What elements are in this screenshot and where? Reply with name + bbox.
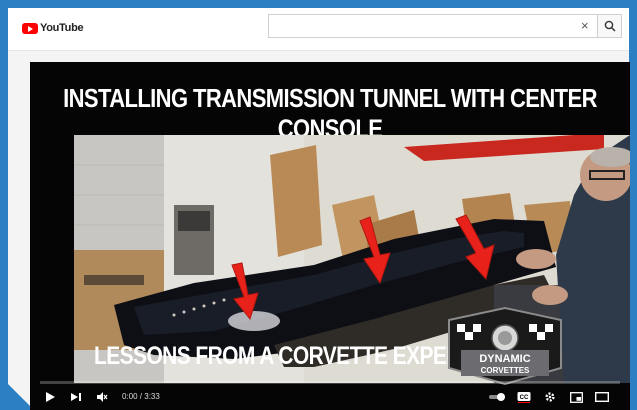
badge-text-line1: DYNAMIC: [479, 353, 530, 365]
logo-text: YouTube: [40, 22, 84, 34]
gear-icon: [545, 392, 555, 402]
captions-button[interactable]: CC: [516, 389, 532, 405]
time-display: 0:00 / 3:33: [122, 392, 160, 401]
play-button[interactable]: [42, 389, 58, 405]
search-icon: [604, 20, 616, 32]
clear-search-icon[interactable]: ×: [581, 18, 589, 33]
dynamic-corvettes-logo: DYNAMIC CORVETTES: [448, 306, 562, 386]
youtube-logo[interactable]: YouTube: [22, 22, 84, 34]
play-icon: [46, 392, 55, 402]
autoplay-toggle-icon: [489, 393, 505, 401]
autoplay-toggle[interactable]: [488, 389, 508, 405]
svg-text:CC: CC: [520, 395, 529, 401]
video-player[interactable]: INSTALLING TRANSMISSION TUNNEL WITH CENT…: [30, 62, 630, 410]
miniplayer-button[interactable]: [568, 389, 584, 405]
badge-text-line2: CORVETTES: [481, 366, 530, 375]
theater-mode-icon: [595, 392, 609, 402]
settings-button[interactable]: [542, 389, 558, 405]
next-button[interactable]: [68, 389, 84, 405]
search-button[interactable]: [598, 14, 622, 38]
search-input[interactable]: [269, 15, 569, 37]
volume-muted-icon: [97, 392, 108, 402]
mute-button[interactable]: [94, 389, 110, 405]
youtube-play-logo-icon: [22, 22, 38, 34]
theater-mode-button[interactable]: [594, 389, 610, 405]
miniplayer-icon: [569, 391, 583, 403]
closed-captions-icon: CC: [517, 392, 531, 403]
video-subtitle-overlay: LESSONS FROM A CORVETTE EXPERT: [94, 342, 474, 371]
player-controls: 0:00 / 3:33 CC: [30, 384, 630, 410]
search-box: ×: [268, 14, 598, 38]
skip-next-icon: [71, 393, 81, 401]
